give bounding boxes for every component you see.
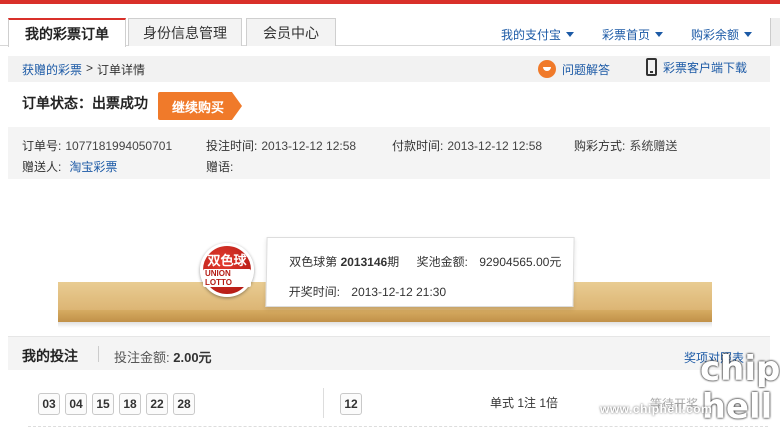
scrollbar[interactable] [770, 18, 780, 46]
draw-issue: 2013146 [340, 255, 388, 269]
chevron-down-icon [744, 32, 752, 37]
lottery-home-link[interactable]: 彩票首页 [602, 26, 663, 43]
button-label: 继续购买 [172, 99, 225, 115]
link-label: 购彩余额 [690, 28, 739, 42]
breadcrumb-current: 订单详情 [97, 62, 146, 77]
logo-subtext: UNION LOTTO [203, 268, 251, 287]
sender-link[interactable]: 淘宝彩票 [69, 160, 117, 174]
shelf-shadow [58, 322, 712, 328]
bet-time-label: 投注时间: [206, 139, 258, 153]
bet-type: 单式 1注 1倍 [490, 396, 559, 410]
divider [98, 346, 99, 362]
draw-issue-row: 双色球第 2013146期 奖池金额: 92904565.00元 [289, 253, 561, 270]
draw-time-value: 2013-12-12 21:30 [351, 285, 447, 299]
bet-amount-label: 投注金额: [114, 350, 170, 365]
red-ball: 15 [92, 393, 114, 415]
sender-label: 赠送人: [22, 160, 62, 174]
order-info-panel: 订单号: 1077181994050701 投注时间: 2013-12-12 12:… [8, 127, 770, 179]
alipay-link[interactable]: 我的支付宝 [501, 26, 574, 43]
draw-time-label: 开奖时间: [288, 285, 341, 299]
buy-method: 购彩方式: 系统赠送 [574, 137, 677, 154]
phone-icon [646, 58, 657, 76]
tab-label: 会员中心 [263, 24, 319, 41]
link-label: 彩票首页 [601, 28, 650, 42]
order-id-value: 1077181994050701 [65, 139, 173, 153]
order-status: 订单状态： 出票成功 [22, 93, 148, 113]
my-bets-title: 我的投注 [22, 348, 78, 364]
order-id-label: 订单号: [22, 139, 62, 153]
continue-buy-button[interactable]: 继续购买 [158, 92, 242, 120]
top-accent-bar [0, 0, 780, 4]
chevron-down-icon [565, 32, 574, 37]
pay-time-value: 2013-12-12 12:58 [447, 139, 543, 153]
client-download-link[interactable]: 彩票客户端下载 [646, 58, 747, 76]
order-id: 订单号: 1077181994050701 [22, 137, 172, 154]
tab-member-center[interactable]: 会员中心 [246, 18, 336, 46]
breadcrumb-separator: > [86, 60, 94, 75]
method-label: 购彩方式: [574, 139, 626, 153]
bet-amount: 投注金额: 2.00元 [114, 347, 212, 366]
row-divider [28, 426, 768, 427]
help-smiley-icon [538, 60, 556, 78]
status-label: 订单状态： [22, 95, 92, 111]
pool-value: 92904565.00元 [479, 255, 562, 269]
top-links: 我的支付宝 彩票首页 购彩余额 [501, 26, 752, 43]
pool-label: 奖池金额: [416, 255, 469, 269]
blue-balls: 12 [340, 393, 362, 415]
tab-identity[interactable]: 身份信息管理 [128, 18, 242, 46]
red-ball: 03 [38, 393, 60, 415]
bet-amount-value: 2.00元 [173, 350, 212, 365]
help-label: 问题解答 [562, 62, 611, 77]
my-bets-header: 我的投注 投注金额: 2.00元 奖项对照表 [8, 336, 770, 370]
watermark-url: www.chiphell.com [600, 402, 713, 416]
status-value: 出票成功 [92, 95, 148, 111]
watermark-logo: chip hell [700, 349, 780, 427]
breadcrumb-bar: 获赠的彩票 > 订单详情 问题解答 彩票客户端下载 [8, 56, 770, 82]
bet-time-value: 2013-12-12 12:58 [261, 139, 357, 153]
pay-time: 付款时间: 2013-12-12 12:58 [392, 137, 542, 154]
chevron-down-icon [654, 32, 663, 37]
pay-time-label: 付款时间: [392, 139, 444, 153]
tab-my-orders[interactable]: 我的彩票订单 [8, 18, 126, 47]
tab-label: 我的彩票订单 [25, 25, 109, 42]
red-ball: 22 [146, 393, 168, 415]
red-ball: 18 [119, 393, 141, 415]
breadcrumb: 获赠的彩票 > 订单详情 [22, 61, 145, 78]
message-label: 赠语: [206, 160, 234, 174]
blue-ball: 12 [340, 393, 362, 415]
divider [323, 388, 324, 418]
draw-time-row: 开奖时间: 2013-12-12 21:30 [289, 283, 447, 300]
method-value: 系统赠送 [629, 139, 678, 153]
shelf-front [58, 310, 712, 322]
sender: 赠送人: 淘宝彩票 [22, 158, 117, 175]
draw-prefix: 双色球第 [289, 255, 341, 269]
draw-suffix: 期 [387, 255, 400, 269]
logo-text: 双色球 [207, 252, 247, 268]
link-label: 我的支付宝 [500, 28, 561, 42]
red-balls: 03 04 15 18 22 28 [38, 393, 195, 415]
draw-info-card: 双色球第 2013146期 奖池金额: 92904565.00元 开奖时间: 2… [265, 237, 575, 307]
tab-label: 身份信息管理 [143, 24, 227, 41]
red-ball: 28 [173, 393, 195, 415]
download-label: 彩票客户端下载 [663, 60, 748, 75]
tab-bar: 我的彩票订单 身份信息管理 会员中心 我的支付宝 彩票首页 购彩余额 [0, 18, 780, 47]
gift-message: 赠语: [206, 158, 237, 175]
union-lotto-logo: 双色球 UNION LOTTO [200, 243, 254, 297]
balance-link[interactable]: 购彩余额 [691, 26, 752, 43]
red-ball: 04 [65, 393, 87, 415]
help-link[interactable]: 问题解答 [538, 60, 610, 78]
breadcrumb-link-gifted[interactable]: 获赠的彩票 [22, 61, 82, 78]
bet-time: 投注时间: 2013-12-12 12:58 [206, 137, 356, 154]
